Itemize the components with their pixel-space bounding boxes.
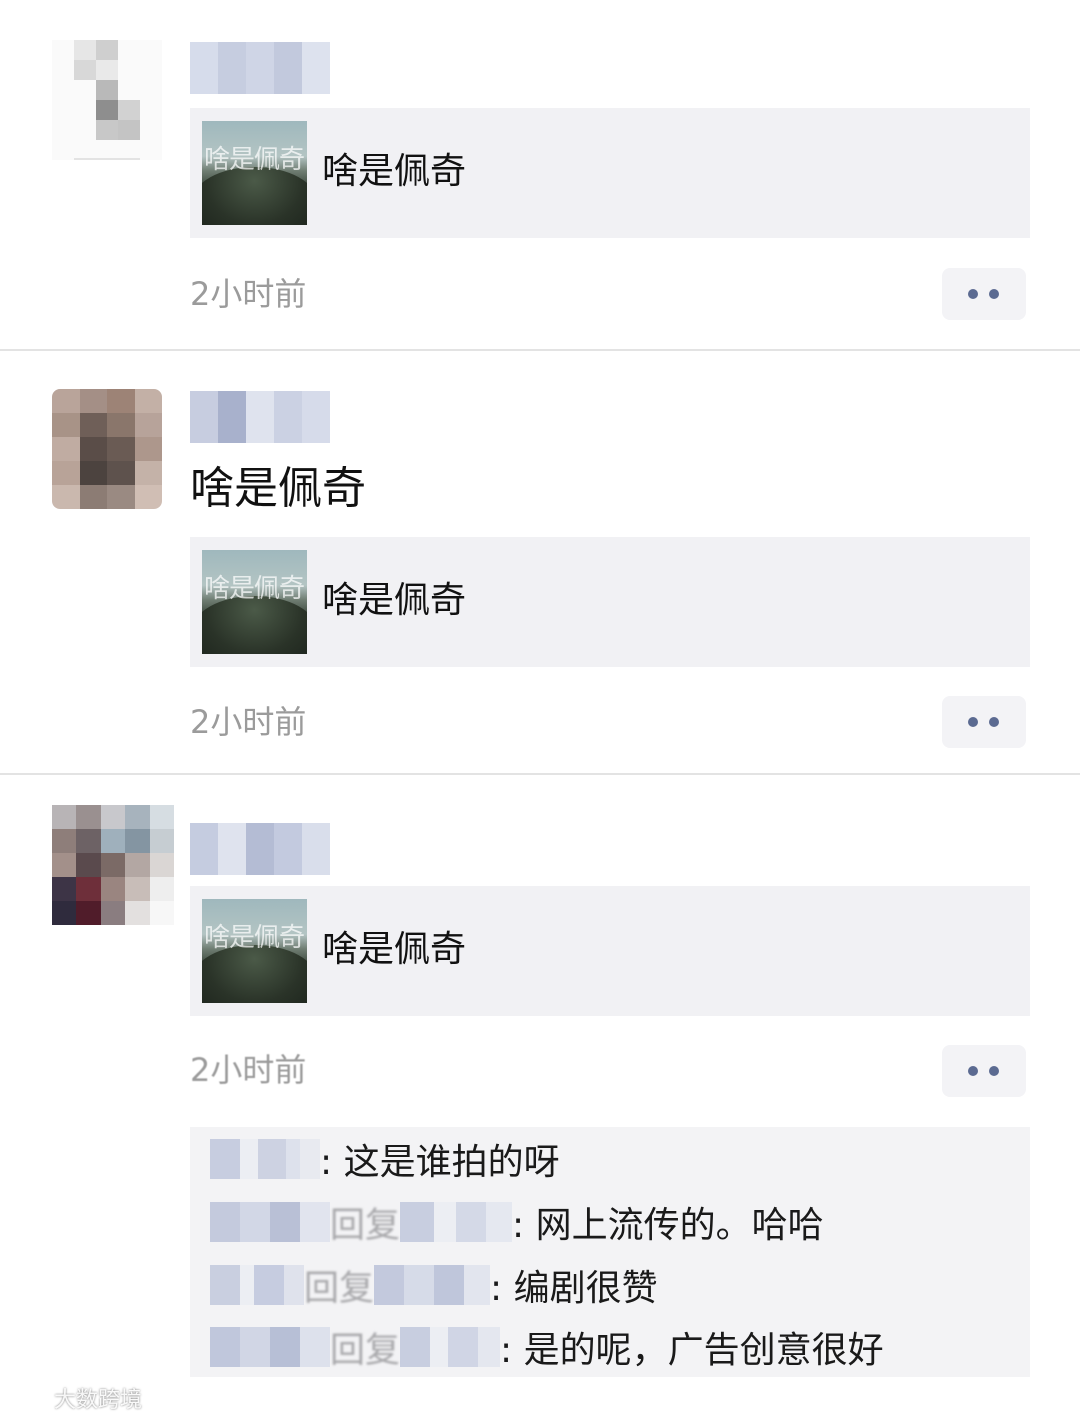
link-thumbnail: 啥是佩奇 bbox=[202, 121, 307, 225]
shared-link-card[interactable]: 啥是佩奇 啥是佩奇 bbox=[190, 537, 1030, 667]
shared-link-card[interactable]: 啥是佩奇 啥是佩奇 bbox=[190, 886, 1030, 1016]
post-time: 2小时前 bbox=[190, 275, 307, 313]
author-name[interactable] bbox=[190, 391, 330, 443]
link-title: 啥是佩奇 bbox=[322, 151, 467, 192]
dot-icon bbox=[989, 1066, 999, 1076]
thumbnail-caption: 啥是佩奇 bbox=[204, 574, 305, 604]
thumbnail-caption: 啥是佩奇 bbox=[204, 145, 305, 175]
post-time: 2小时前 bbox=[190, 1051, 307, 1089]
avatar[interactable] bbox=[52, 805, 174, 925]
commenter-name[interactable] bbox=[210, 1202, 330, 1242]
comment[interactable]: 回复 : 网上流传的。哈哈 bbox=[210, 1192, 824, 1252]
post-time: 2小时前 bbox=[190, 703, 307, 741]
link-title: 啥是佩奇 bbox=[322, 929, 467, 970]
reply-target-name[interactable] bbox=[374, 1265, 491, 1305]
commenter-name[interactable] bbox=[210, 1139, 320, 1179]
reply-label: 回复 bbox=[304, 1268, 375, 1309]
dot-icon bbox=[989, 289, 999, 299]
comment-text: : 编剧很赞 bbox=[490, 1268, 658, 1309]
brand-logo-icon bbox=[10, 1390, 46, 1407]
comments-section: : 这是谁拍的呀 回复 : 网上流传的。哈哈 回复 : 编剧很赞 回复 : 是的… bbox=[190, 1127, 1030, 1377]
reply-label: 回复 bbox=[330, 1330, 401, 1371]
comment[interactable]: 回复 : 编剧很赞 bbox=[210, 1255, 658, 1315]
link-thumbnail: 啥是佩奇 bbox=[202, 899, 307, 1003]
post-text: 啥是佩奇 bbox=[190, 463, 366, 514]
reply-target-name[interactable] bbox=[400, 1202, 513, 1242]
shared-link-card[interactable]: 啥是佩奇 啥是佩奇 bbox=[190, 108, 1030, 238]
dot-icon bbox=[968, 1066, 978, 1076]
comment-text: : 这是谁拍的呀 bbox=[320, 1142, 560, 1183]
watermark-text: 大数跨境 bbox=[54, 1388, 143, 1413]
thumbnail-caption: 啥是佩奇 bbox=[204, 923, 305, 953]
moment-post-2: 啥是佩奇 啥是佩奇 啥是佩奇 2小时前 bbox=[0, 351, 1080, 774]
dot-icon bbox=[968, 717, 978, 727]
comment-text: : 网上流传的。哈哈 bbox=[512, 1205, 824, 1246]
commenter-name[interactable] bbox=[210, 1265, 304, 1305]
link-thumbnail: 啥是佩奇 bbox=[202, 550, 307, 654]
more-actions-button[interactable] bbox=[942, 268, 1026, 320]
reply-label: 回复 bbox=[330, 1205, 401, 1246]
reply-target-name[interactable] bbox=[400, 1327, 501, 1367]
author-name[interactable] bbox=[190, 823, 330, 875]
more-actions-button[interactable] bbox=[942, 696, 1026, 748]
moment-post-1: 啥是佩奇 啥是佩奇 2小时前 bbox=[0, 0, 1080, 350]
dot-icon bbox=[968, 289, 978, 299]
avatar[interactable] bbox=[52, 389, 162, 509]
dot-icon bbox=[989, 717, 999, 727]
comment-text: : 是的呢，广告创意很好 bbox=[500, 1330, 884, 1371]
avatar[interactable] bbox=[52, 40, 162, 160]
author-name[interactable] bbox=[190, 42, 330, 94]
watermark: 大数跨境 bbox=[8, 1382, 142, 1414]
more-actions-button[interactable] bbox=[942, 1045, 1026, 1097]
comment[interactable]: : 这是谁拍的呀 bbox=[210, 1129, 560, 1189]
link-title: 啥是佩奇 bbox=[322, 580, 467, 621]
commenter-name[interactable] bbox=[210, 1327, 330, 1367]
comment[interactable]: 回复 : 是的呢，广告创意很好 bbox=[210, 1317, 884, 1377]
